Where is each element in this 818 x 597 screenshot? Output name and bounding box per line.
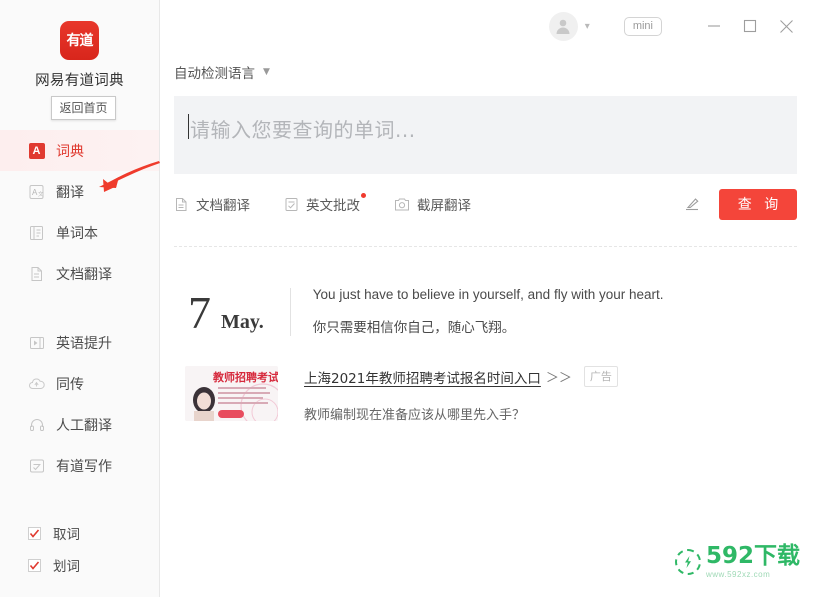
- quote-texts: You just have to believe in yourself, an…: [313, 287, 664, 336]
- checkbox-label: 取词: [53, 527, 80, 543]
- search-placeholder: 请输入您要查询的单词...: [190, 118, 416, 142]
- checkbox-checked-icon[interactable]: [28, 558, 41, 572]
- language-selector-label: 自动检测语言: [174, 66, 255, 82]
- daily-day: 7: [188, 287, 211, 338]
- ad-thumbnail-image[interactable]: 教师招聘考试: [185, 366, 278, 421]
- language-selector[interactable]: 自动检测语言 ▼: [160, 62, 270, 82]
- tool-english-proofread[interactable]: 英文批改: [284, 193, 366, 214]
- watermark-logo-icon: [674, 549, 701, 575]
- section-divider: [174, 246, 797, 247]
- sidebar-item-simultaneous-interpret[interactable]: 同传: [0, 363, 159, 404]
- sidebar-item-human-translation[interactable]: 人工翻译: [0, 404, 159, 445]
- sidebar-item-label: 文档翻译: [56, 266, 112, 283]
- checkbox-item-select-translate[interactable]: 划词: [0, 549, 159, 581]
- minimize-icon[interactable]: [696, 8, 732, 44]
- titlebar: ▾ mini: [160, 0, 818, 52]
- notebook-icon: [28, 224, 45, 241]
- tool-label: 文档翻译: [196, 198, 250, 214]
- proofread-icon: [284, 197, 299, 212]
- app-title: 网易有道词典: [35, 73, 124, 89]
- tool-row: 文档翻译 英文批改 截屏翻译 查 询: [174, 174, 797, 220]
- sidebar-item-dictionary[interactable]: A 词典: [0, 130, 159, 171]
- sidebar-item-label: 翻译: [56, 184, 84, 201]
- quote-chinese: 你只需要相信你自己，随心飞翔。: [312, 320, 516, 336]
- checkbox-checked-icon[interactable]: [28, 526, 41, 540]
- text-cursor: [188, 114, 189, 139]
- home-tooltip: 返回首页: [51, 96, 116, 120]
- screenshot-translate-icon: [394, 197, 410, 212]
- youdao-logo-icon: 有道: [60, 21, 99, 60]
- quote-english: You just have to believe in yourself, an…: [312, 287, 664, 302]
- user-account-button[interactable]: ▾: [548, 11, 590, 41]
- daily-month: May.: [221, 311, 264, 333]
- sidebar-item-label: 有道写作: [56, 458, 112, 475]
- svg-text:文: 文: [38, 190, 44, 198]
- advertisement[interactable]: 教师招聘考试 上海2021年教师招聘考试报名时间入口 ＞＞ 广告 教师编制现在准…: [185, 366, 818, 423]
- app-logo-area[interactable]: 有道: [0, 0, 159, 60]
- letter-a-badge-icon: A: [28, 142, 45, 159]
- sidebar: 有道 网易有道词典 返回首页 A 词典 A文 翻译 单词本 文档翻译 英语提升 …: [0, 0, 160, 597]
- tool-document-translate[interactable]: 文档翻译: [174, 194, 250, 214]
- tooltip-row: 返回首页: [0, 90, 159, 120]
- handwriting-pen-icon[interactable]: [683, 195, 701, 213]
- mini-mode-button[interactable]: mini: [623, 16, 662, 36]
- ad-subtitle: 教师编制现在准备应该从哪里先入手？: [304, 408, 526, 423]
- tool-label: 截屏翻译: [417, 198, 471, 214]
- sidebar-item-document-translate[interactable]: 文档翻译: [0, 253, 159, 294]
- writing-check-icon: [28, 457, 45, 474]
- document-translate-icon: [174, 197, 189, 212]
- watermark-text-block: 592下载 www.592xz.com: [705, 543, 800, 580]
- ad-arrows: ＞＞: [545, 371, 572, 386]
- tool-label: 英文批改: [306, 198, 360, 214]
- ad-title-row: 上海2021年教师招聘考试报名时间入口 ＞＞ 广告: [304, 366, 618, 387]
- sidebar-checkbox-group: 取词 划词: [0, 517, 159, 581]
- close-icon[interactable]: [768, 8, 804, 44]
- checkbox-item-word-capture[interactable]: 取词: [0, 517, 159, 549]
- checkbox-label: 划词: [53, 559, 80, 575]
- sidebar-item-label: 单词本: [56, 225, 98, 242]
- sidebar-item-wordbook[interactable]: 单词本: [0, 212, 159, 253]
- ad-badge: 广告: [583, 366, 618, 387]
- search-input[interactable]: 请输入您要查询的单词...: [174, 96, 797, 174]
- sidebar-item-english-improve[interactable]: 英语提升: [0, 322, 159, 363]
- watermark-sub-text: www.592xz.com: [705, 570, 771, 579]
- notification-dot: [361, 193, 366, 198]
- sidebar-item-label: 英语提升: [56, 335, 112, 352]
- sidebar-item-translate[interactable]: A文 翻译: [0, 171, 159, 212]
- daily-quote-section: 7 May. You just have to believe in yours…: [188, 287, 818, 336]
- video-play-icon: [28, 334, 45, 351]
- translate-icon: A文: [28, 183, 45, 200]
- ad-title-link[interactable]: 上海2021年教师招聘考试报名时间入口: [304, 367, 541, 387]
- sidebar-item-label: 同传: [56, 376, 84, 393]
- maximize-icon[interactable]: [732, 8, 768, 44]
- sidebar-item-label: 人工翻译: [56, 417, 112, 434]
- quote-separator: [289, 287, 291, 336]
- headset-icon: [28, 416, 45, 433]
- sidebar-item-label: 词典: [56, 143, 84, 160]
- document-icon: [28, 265, 45, 282]
- query-button[interactable]: 查 询: [719, 188, 797, 220]
- sidebar-item-youdao-writing[interactable]: 有道写作: [0, 445, 159, 486]
- main-panel: ▾ mini 自动检测语言 ▼ 请输入您要查询的单词... 文档翻译 英文批改 …: [160, 0, 818, 597]
- watermark: 592下载 www.592xz.com: [674, 543, 800, 580]
- cloud-interpret-icon: [28, 375, 45, 392]
- sidebar-nav: A 词典 A文 翻译 单词本 文档翻译 英语提升 同传 人工翻译 有道写作: [0, 130, 159, 486]
- watermark-main-text: 592下载: [705, 543, 800, 569]
- chevron-down-icon: ▼: [263, 67, 270, 77]
- tool-screenshot-translate[interactable]: 截屏翻译: [394, 194, 471, 214]
- user-avatar-icon: [548, 11, 578, 41]
- youdao-dictionary-window: 有道 网易有道词典 返回首页 A 词典 A文 翻译 单词本 文档翻译 英语提升 …: [0, 0, 818, 597]
- svg-text:教师招聘考试: 教师招聘考试: [212, 370, 278, 384]
- chevron-down-icon: ▾: [584, 20, 590, 32]
- ad-texts: 上海2021年教师招聘考试报名时间入口 ＞＞ 广告 教师编制现在准备应该从哪里先…: [304, 366, 618, 423]
